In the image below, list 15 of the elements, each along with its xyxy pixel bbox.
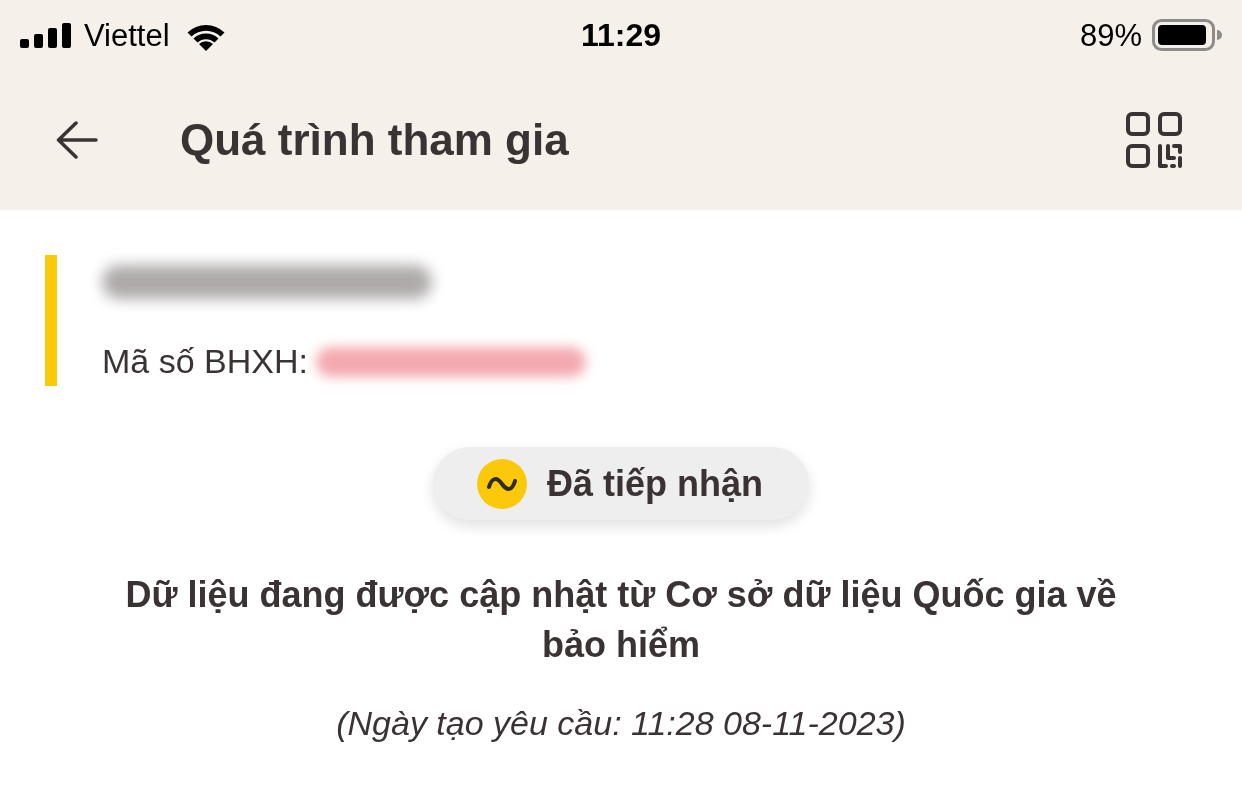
insurance-id-label: Mã số BHXH:	[102, 341, 308, 382]
qr-code-icon	[1126, 112, 1182, 168]
qr-code-button[interactable]	[1126, 112, 1182, 168]
status-message: Dữ liệu đang được cập nhật từ Cơ sở dữ liệu Quốc gia về bảo hiểm	[124, 573, 1118, 667]
back-arrow-icon	[56, 121, 98, 159]
status-label: Đã tiếp nhận	[547, 461, 763, 506]
clock-time: 11:29	[580, 19, 662, 51]
request-date: (Ngày tạo yêu cầu: 11:28 08-11-2023)	[335, 703, 907, 744]
page-title: Quá trình tham gia	[180, 113, 569, 166]
battery-icon	[1152, 19, 1222, 51]
carrier-name: Viettel	[84, 19, 170, 51]
wave-icon	[477, 458, 527, 509]
back-button[interactable]	[56, 121, 98, 159]
battery-percent: 89%	[1079, 19, 1142, 51]
signal-icon	[20, 22, 72, 48]
